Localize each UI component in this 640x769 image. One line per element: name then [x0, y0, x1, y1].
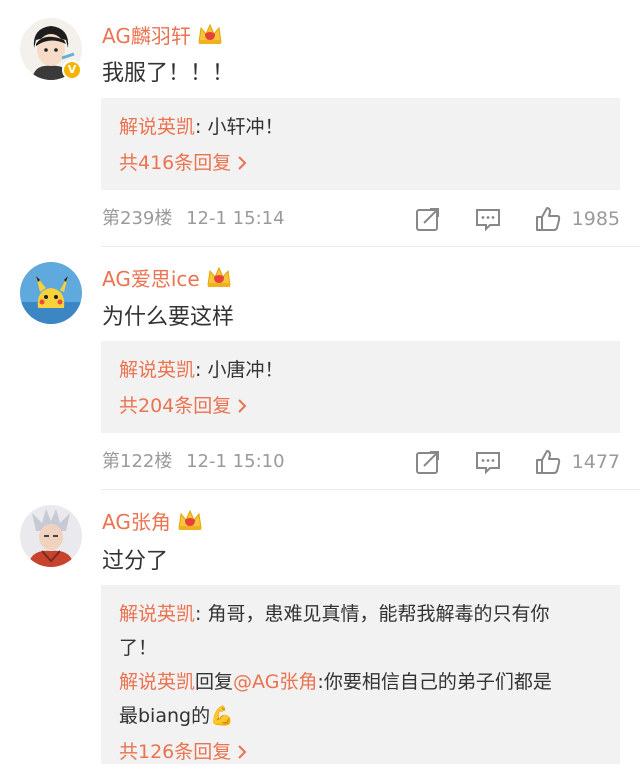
username-text[interactable]: AG麟羽轩: [102, 20, 191, 49]
thumbs-up-icon[interactable]: [534, 205, 562, 233]
reply-sep: :: [195, 603, 208, 625]
floor-number: 第239楼: [102, 208, 173, 229]
comment-meta: 第122楼 12-1 15:10: [102, 447, 285, 477]
reply-item[interactable]: 解说英凯: 小唐冲！: [119, 353, 602, 387]
username[interactable]: AG麟羽轩: [102, 20, 223, 48]
crown-vip-badge-icon: [177, 508, 203, 532]
reply-username[interactable]: 解说英凯: [119, 359, 195, 381]
reply-item[interactable]: 解说英凯: 小轩冲！: [119, 110, 602, 144]
reply-text-cont: 最biang的: [119, 705, 211, 727]
reply-username[interactable]: 解说英凯: [119, 603, 195, 625]
chevron-right-icon: [238, 156, 247, 170]
username-text[interactable]: AG爱思ice: [102, 263, 200, 292]
username[interactable]: AG张角: [102, 506, 203, 534]
reply-item[interactable]: 解说英凯回复@AG张角:你要相信自己的弟子们都是 最biang的💪: [119, 665, 602, 733]
chevron-right-icon: [238, 745, 247, 759]
more-replies-link[interactable]: 共416条回复: [119, 146, 602, 180]
chevron-right-icon: [238, 399, 247, 413]
reply-sep: :: [195, 359, 208, 381]
avatar[interactable]: [20, 262, 82, 324]
reply-text-cont: 了！: [119, 637, 158, 659]
timestamp: 12-1 15:14: [186, 208, 285, 229]
reply-box[interactable]: 解说英凯: 小轩冲！ 共416条回复: [101, 98, 620, 190]
thumbs-up-icon[interactable]: [534, 448, 562, 476]
timestamp: 12-1 15:10: [186, 451, 285, 472]
username-text[interactable]: AG张角: [102, 506, 171, 535]
reply-box[interactable]: 解说英凯: 小唐冲！ 共204条回复: [101, 341, 620, 433]
comment-actions: 1477: [414, 447, 620, 477]
mention-link[interactable]: @AG张角: [233, 671, 317, 693]
reply-text: :你要相信自己的弟子们都是: [317, 671, 552, 693]
divider: [101, 489, 640, 490]
comment-text: 为什么要这样: [102, 305, 235, 330]
flexed-biceps-emoji-icon: 💪: [210, 705, 234, 727]
reply-username[interactable]: 解说英凯: [119, 671, 195, 693]
comment-text: 我服了！！！: [102, 61, 235, 86]
reply-box[interactable]: 解说英凯: 角哥，患难见真情，能帮我解毒的只有你 了！ 解说英凯回复@AG张角:…: [101, 585, 620, 764]
more-replies-text[interactable]: 共416条回复: [119, 146, 231, 180]
floor-number: 第122楼: [102, 451, 173, 472]
comment-icon[interactable]: [474, 448, 502, 476]
comment-icon[interactable]: [474, 205, 502, 233]
reply-text: 小轩冲！: [207, 116, 284, 138]
reply-sep: :: [195, 116, 208, 138]
more-replies-link[interactable]: 共204条回复: [119, 389, 602, 423]
reply-word: 回复: [195, 671, 234, 693]
username[interactable]: AG爱思ice: [102, 263, 232, 291]
comment-meta: 第239楼 12-1 15:14: [102, 204, 285, 234]
like-count: 1985: [571, 208, 620, 230]
crown-vip-badge-icon: [206, 265, 232, 289]
share-icon[interactable]: [414, 448, 442, 476]
reply-text: 小唐冲！: [207, 359, 284, 381]
divider: [101, 246, 640, 247]
reply-text: 角哥，患难见真情，能帮我解毒的只有你: [207, 603, 550, 625]
share-icon[interactable]: [414, 205, 442, 233]
comment-actions: 1985: [414, 204, 620, 234]
more-replies-text[interactable]: 共204条回复: [119, 389, 231, 423]
crown-vip-badge-icon: [197, 22, 223, 46]
like-count: 1477: [571, 451, 620, 473]
comment-text: 过分了: [102, 549, 169, 574]
verified-v-icon: V: [62, 60, 82, 80]
reply-username[interactable]: 解说英凯: [119, 116, 195, 138]
reply-item[interactable]: 解说英凯: 角哥，患难见真情，能帮我解毒的只有你 了！: [119, 597, 602, 665]
avatar[interactable]: [20, 505, 82, 567]
